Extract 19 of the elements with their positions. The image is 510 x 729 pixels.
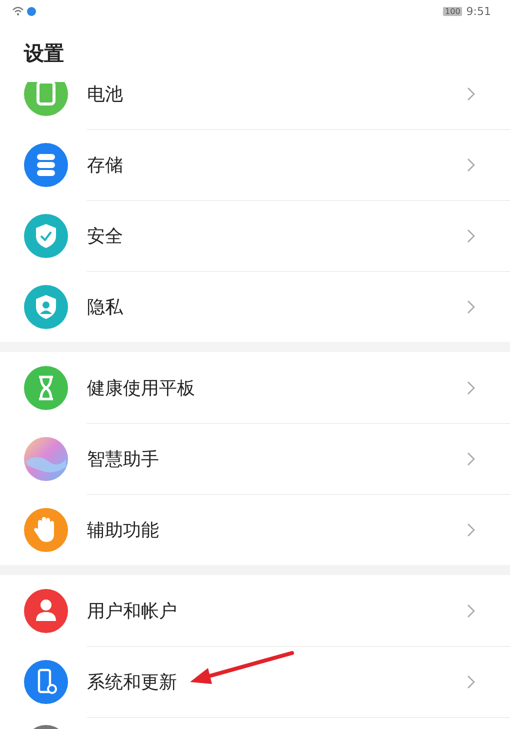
item-label: 隐私 [87, 296, 123, 319]
item-label: 安全 [87, 225, 123, 248]
battery-level: 100 [443, 6, 462, 16]
clock: 9:51 [466, 4, 491, 18]
item-label: 健康使用平板 [87, 376, 195, 400]
item-label: 系统和更新 [87, 671, 177, 694]
item-label: 辅助功能 [87, 519, 159, 542]
item-label: 智慧助手 [87, 448, 159, 471]
item-label: 电池 [87, 82, 123, 106]
item-label: 用户和帐户 [87, 600, 177, 622]
settings-item[interactable]: 系统和更新 [0, 646, 510, 717]
settings-item[interactable]: 存储 [0, 129, 510, 200]
item-label: 存储 [87, 154, 123, 177]
settings-item[interactable]: 电池 [0, 82, 510, 129]
settings-item[interactable]: 安全 [0, 200, 510, 271]
page-title: 设置 [22, 40, 65, 67]
settings-item[interactable]: 智慧助手 [0, 423, 510, 494]
settings-item[interactable]: 用户和帐户 [0, 575, 510, 646]
settings-item[interactable]: 健康使用平板 [0, 352, 510, 423]
